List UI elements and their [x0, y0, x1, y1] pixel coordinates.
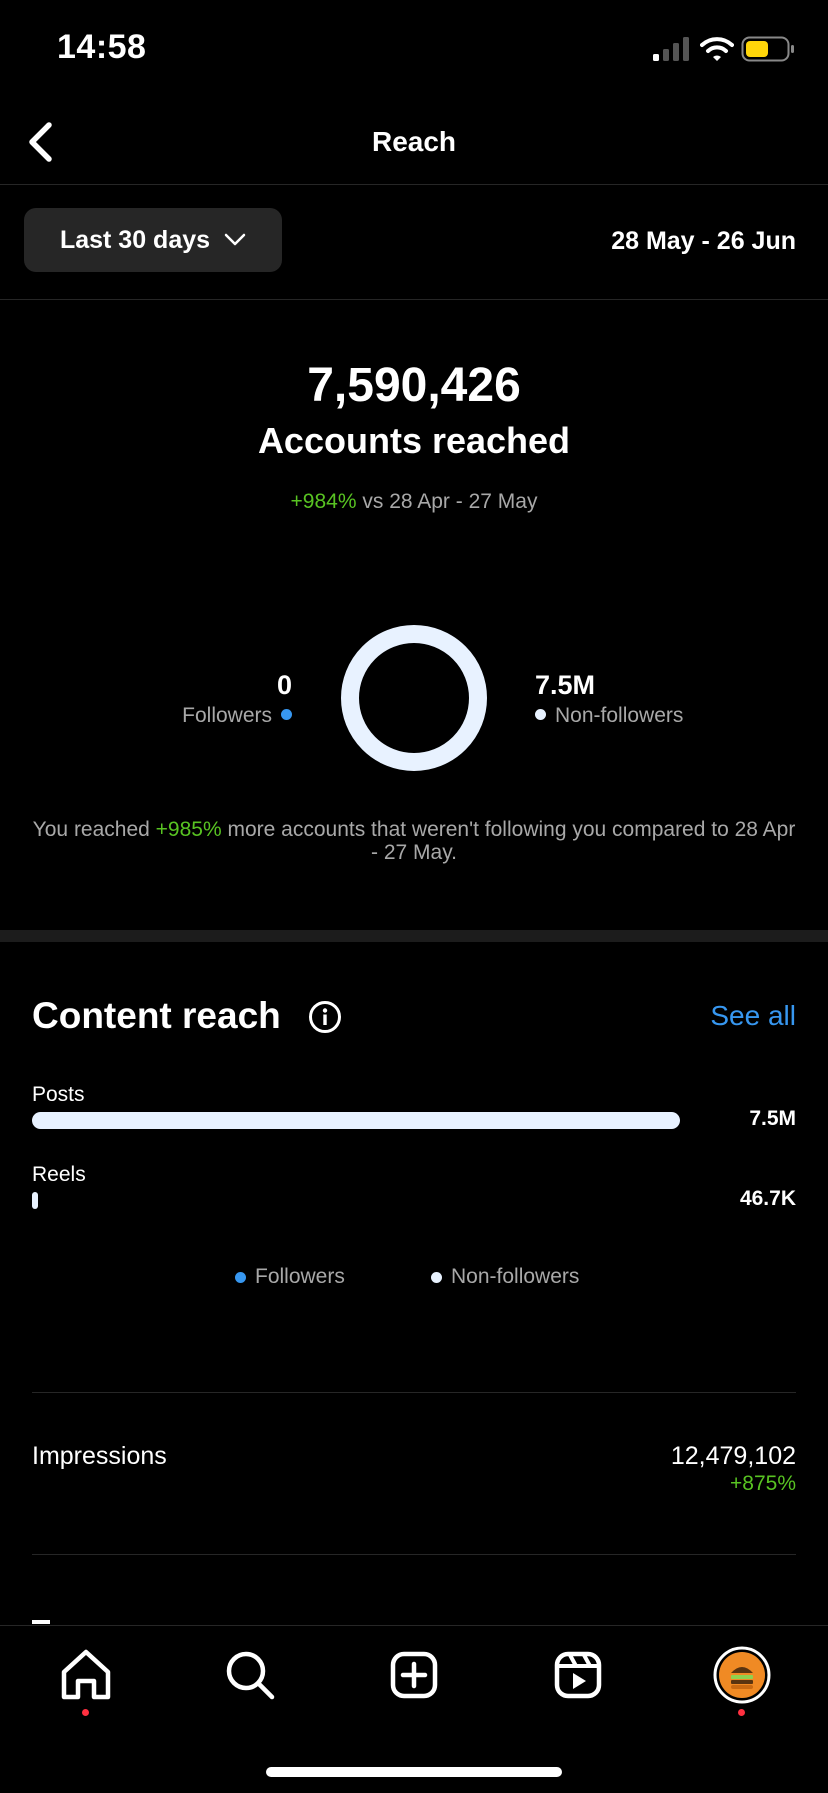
accounts-reached-total: 7,590,426 [307, 359, 521, 412]
reels-reach-value: 46.7K [739, 1187, 796, 1210]
home-notification-dot [82, 1709, 89, 1716]
reach-note-change: +985% [155, 818, 222, 841]
reach-compare-text: vs 28 Apr - 27 May [356, 490, 538, 513]
chevron-down-icon [224, 233, 246, 246]
posts-reach-value: 7.5M [749, 1107, 796, 1130]
reels-label: Reels [32, 1163, 86, 1186]
cellular-signal-icon [653, 37, 689, 61]
reach-note-suffix: more accounts that weren't following you… [221, 818, 796, 864]
reach-change-percent: +984% [290, 490, 357, 513]
impressions-bottom-divider [32, 1554, 796, 1555]
legend-followers-dot [235, 1272, 246, 1283]
followers-label: Followers [182, 704, 272, 727]
posts-reach-bar [32, 1112, 680, 1129]
reach-note: You reached +985% more accounts that wer… [30, 818, 798, 864]
home-icon[interactable] [56, 1645, 116, 1705]
page-title: Reach [371, 126, 457, 157]
date-range-label: Last 30 days [59, 225, 211, 254]
date-range-text: 28 May - 26 Jun [611, 227, 796, 255]
reels-reach-bar [32, 1192, 38, 1209]
reach-note-prefix: You reached [32, 818, 156, 841]
search-icon[interactable] [220, 1645, 280, 1705]
impressions-label: Impressions [32, 1442, 167, 1470]
followers-legend-dot [281, 709, 292, 720]
donut-non-followers-ring [341, 625, 487, 771]
next-row-peek [32, 1620, 50, 1624]
profile-avatar[interactable] [712, 1645, 772, 1705]
info-icon[interactable] [308, 1000, 342, 1034]
non-followers-label: Non-followers [555, 704, 684, 727]
followers-value: 0 [276, 670, 292, 700]
non-followers-value: 7.5M [535, 670, 596, 700]
content-reach-title: Content reach [32, 995, 281, 1036]
impressions-value: 12,479,102 [670, 1442, 796, 1470]
filter-divider [0, 299, 828, 300]
legend-followers-label: Followers [255, 1265, 345, 1288]
date-range-dropdown[interactable]: Last 30 days [24, 208, 282, 272]
header-divider [0, 184, 828, 185]
accounts-reached-label: Accounts reached [257, 420, 571, 461]
see-all-link[interactable]: See all [710, 1000, 796, 1032]
home-indicator [266, 1767, 562, 1777]
legend-non-followers-label: Non-followers [451, 1265, 580, 1288]
reach-change-line: +984% vs 28 Apr - 27 May [0, 490, 828, 514]
wifi-icon [700, 37, 734, 61]
impressions-change: +875% [730, 1472, 796, 1495]
non-followers-legend-dot [535, 709, 546, 720]
create-icon[interactable] [384, 1645, 444, 1705]
impressions-top-divider [32, 1392, 796, 1393]
section-divider [0, 930, 828, 942]
reels-icon[interactable] [548, 1645, 608, 1705]
profile-notification-dot [738, 1709, 745, 1716]
posts-label: Posts [32, 1083, 85, 1106]
battery-icon [741, 36, 794, 62]
audience-donut-chart [341, 625, 487, 771]
status-time: 14:58 [57, 28, 147, 66]
legend-non-followers-dot [431, 1272, 442, 1283]
